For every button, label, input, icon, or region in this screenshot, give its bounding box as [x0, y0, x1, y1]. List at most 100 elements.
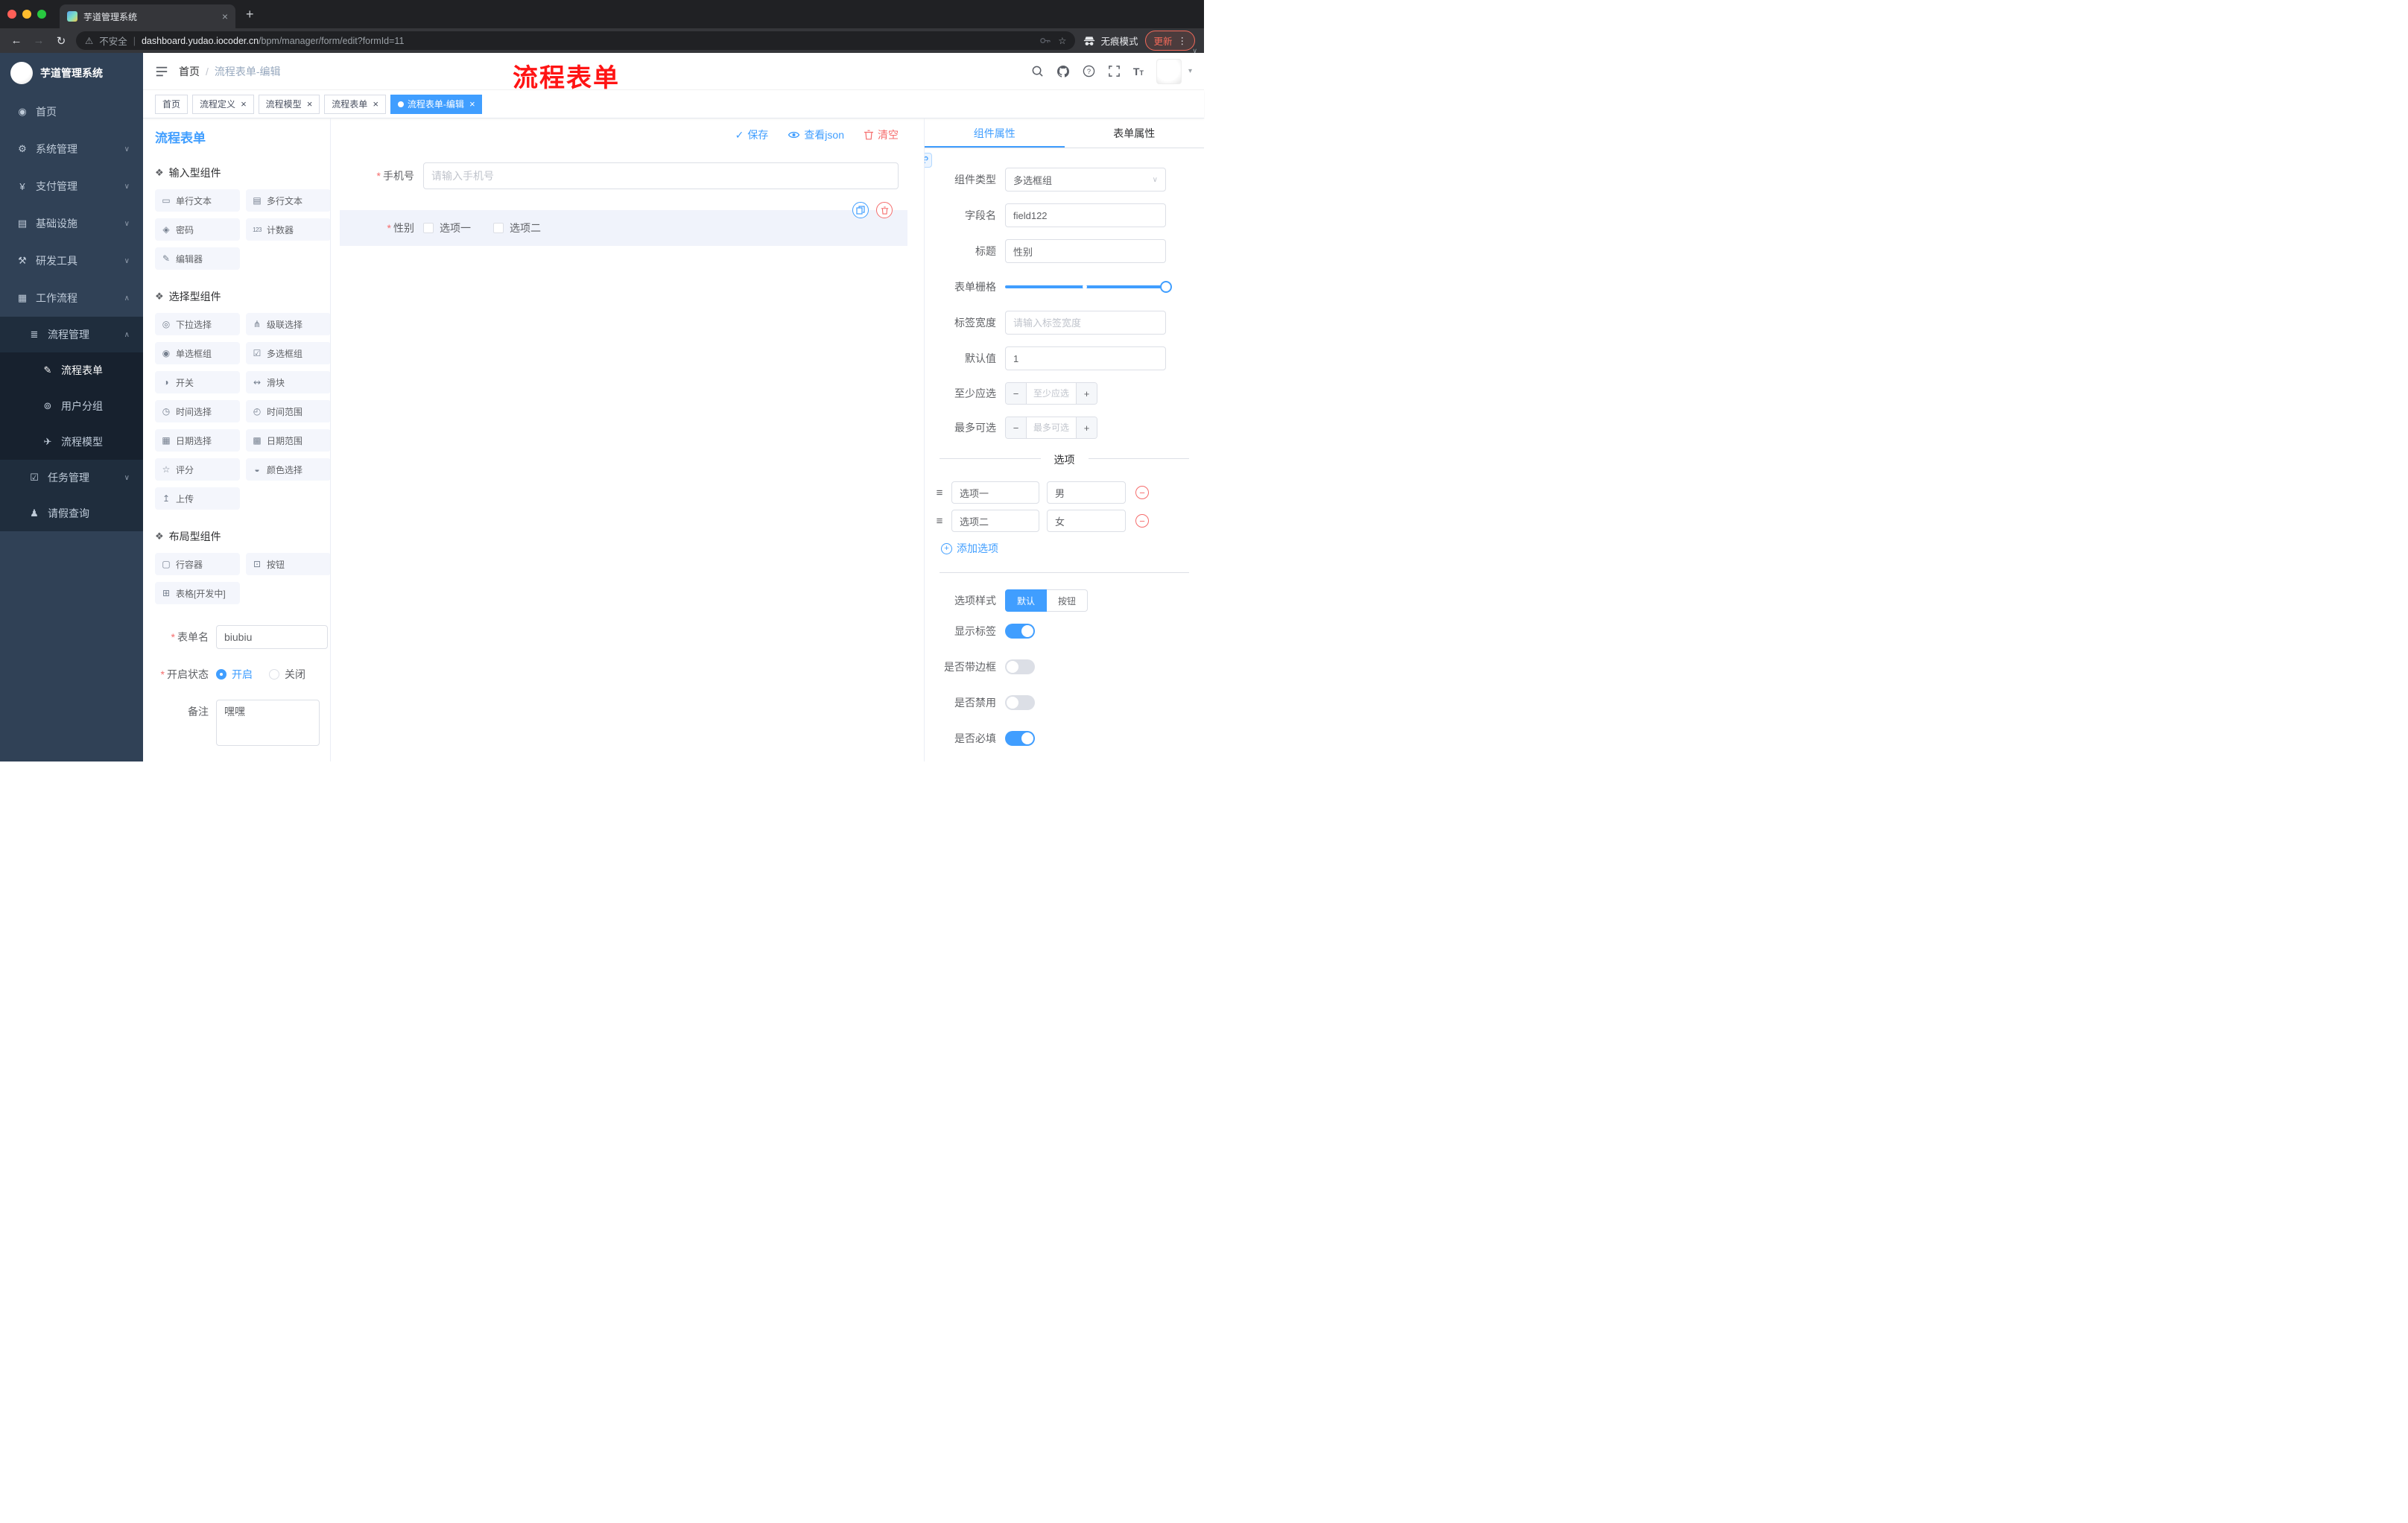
address-bar[interactable]: ⚠ 不安全 | dashboard.yudao.iocoder.cn/bpm/m…: [76, 31, 1076, 50]
toggle-disabled[interactable]: [1005, 695, 1035, 710]
component-switch[interactable]: ◑ 开关: [155, 371, 240, 393]
maximize-window-button[interactable]: [37, 10, 46, 19]
sidebar-item-task-mgmt[interactable]: ☑ 任务管理 ∨: [0, 460, 143, 495]
sidebar-item-devtools[interactable]: ⚒ 研发工具 ∨: [0, 242, 143, 279]
tag-process-model[interactable]: 流程模型 ×: [258, 94, 320, 114]
component-checkbox-group[interactable]: ☑ 多选框组: [246, 342, 330, 364]
field-name-input[interactable]: [1005, 203, 1166, 227]
component-slider[interactable]: ↭ 滑块: [246, 371, 330, 393]
delete-component-button[interactable]: [876, 202, 893, 218]
copy-component-button[interactable]: [852, 202, 869, 218]
option-name-input[interactable]: [951, 510, 1039, 532]
component-cascader[interactable]: ⋔ 级联选择: [246, 313, 330, 335]
component-button[interactable]: ⊡ 按钮: [246, 553, 330, 575]
component-editor[interactable]: ✎ 编辑器: [155, 247, 240, 270]
add-option-button[interactable]: + 添加选项: [941, 541, 1204, 556]
option-value-input[interactable]: [1047, 510, 1126, 532]
component-table[interactable]: ⊞ 表格[开发中]: [155, 582, 240, 604]
clear-button[interactable]: 清空: [864, 127, 899, 142]
gender-option-2[interactable]: 选项二: [493, 221, 541, 235]
help-icon[interactable]: ?: [1083, 65, 1095, 77]
tag-home[interactable]: 首页: [155, 94, 188, 114]
decrease-button[interactable]: −: [1006, 383, 1027, 404]
sidebar-item-home[interactable]: ◉ 首页: [0, 93, 143, 130]
component-time-picker[interactable]: ◷ 时间选择: [155, 400, 240, 422]
phone-input[interactable]: [423, 162, 899, 189]
form-canvas[interactable]: 手机号 性别 选项一 选项二: [340, 151, 907, 762]
label-width-input[interactable]: [1005, 311, 1166, 335]
toggle-required[interactable]: [1005, 731, 1035, 746]
browser-tab[interactable]: 芋道管理系统 ×: [60, 4, 235, 28]
component-radio-group[interactable]: ◉ 单选框组: [155, 342, 240, 364]
option-value-input[interactable]: [1047, 481, 1126, 504]
sidebar-logo[interactable]: 芋道管理系统: [0, 53, 143, 93]
form-remark-textarea[interactable]: 嘿嘿: [216, 700, 320, 746]
close-icon[interactable]: ×: [241, 99, 247, 109]
component-color-picker[interactable]: ◒ 颜色选择: [246, 458, 330, 481]
github-icon[interactable]: [1056, 65, 1070, 78]
form-name-input[interactable]: [216, 625, 328, 649]
sidebar-item-process-mgmt[interactable]: ≣ 流程管理 ∧: [0, 317, 143, 352]
browser-update-button[interactable]: 更新 ⋮: [1145, 31, 1195, 51]
form-field-gender-selected[interactable]: 性别 选项一 选项二: [340, 202, 907, 246]
sidebar-item-user-group[interactable]: ⊚ 用户分组: [0, 388, 143, 424]
close-icon[interactable]: ×: [307, 99, 313, 109]
component-multi-line-text[interactable]: ▤ 多行文本: [246, 189, 330, 212]
browser-menu-icon[interactable]: ⋮: [1178, 35, 1188, 46]
forward-button[interactable]: →: [31, 34, 46, 47]
toggle-show-label[interactable]: [1005, 624, 1035, 639]
component-rate[interactable]: ☆ 评分: [155, 458, 240, 481]
tab-component-props[interactable]: 组件属性: [925, 118, 1065, 148]
component-row-container[interactable]: ▢ 行容器: [155, 553, 240, 575]
increase-button[interactable]: +: [1076, 383, 1097, 404]
tag-process-form[interactable]: 流程表单 ×: [324, 94, 386, 114]
password-key-icon[interactable]: [1039, 35, 1051, 46]
fullscreen-icon[interactable]: [1108, 65, 1121, 77]
sidebar-item-infrastructure[interactable]: ▤ 基础设施 ∨: [0, 205, 143, 242]
option-name-input[interactable]: [951, 481, 1039, 504]
back-button[interactable]: ←: [9, 34, 24, 47]
default-value-input[interactable]: [1005, 346, 1166, 370]
bookmark-star-icon[interactable]: ☆: [1058, 35, 1066, 46]
option-style-button[interactable]: 按钮: [1047, 589, 1089, 612]
breadcrumb-home[interactable]: 首页: [179, 64, 200, 79]
close-window-button[interactable]: [7, 10, 16, 19]
sidebar-item-workflow[interactable]: ▦ 工作流程 ∧: [0, 279, 143, 317]
tag-process-definition[interactable]: 流程定义 ×: [192, 94, 254, 114]
toggle-with-border[interactable]: [1005, 659, 1035, 674]
new-tab-button[interactable]: +: [246, 7, 254, 22]
sidebar-item-system[interactable]: ⚙ 系统管理 ∨: [0, 130, 143, 168]
component-time-range[interactable]: ◴ 时间范围: [246, 400, 330, 422]
sidebar-item-leave-query[interactable]: ♟ 请假查询: [0, 495, 143, 531]
status-radio-off[interactable]: 关闭: [269, 667, 305, 682]
slider-handle[interactable]: [1160, 281, 1172, 293]
option-style-default[interactable]: 默认: [1005, 589, 1048, 612]
min-select-input[interactable]: [1027, 383, 1076, 404]
component-date-range[interactable]: ▩ 日期范围: [246, 429, 330, 452]
close-icon[interactable]: ×: [373, 99, 378, 109]
form-grid-slider[interactable]: [1005, 281, 1172, 293]
form-field-phone[interactable]: 手机号: [340, 162, 907, 189]
component-counter[interactable]: 123 计数器: [246, 218, 330, 241]
sidebar-item-process-model[interactable]: ✈ 流程模型: [0, 424, 143, 460]
component-dropdown[interactable]: ◎ 下拉选择: [155, 313, 240, 335]
security-label[interactable]: 不安全: [99, 34, 127, 48]
component-type-select[interactable]: 多选框组 ∨: [1005, 168, 1166, 191]
tag-process-form-edit[interactable]: 流程表单-编辑 ×: [390, 94, 483, 114]
status-radio-on[interactable]: 开启: [216, 667, 253, 682]
close-icon[interactable]: ×: [469, 99, 475, 109]
remove-option-button[interactable]: −: [1135, 486, 1149, 499]
search-icon[interactable]: [1031, 65, 1044, 77]
tab-close-icon[interactable]: ×: [222, 11, 228, 22]
title-input[interactable]: [1005, 239, 1166, 263]
component-password[interactable]: ◈ 密码: [155, 218, 240, 241]
increase-button[interactable]: +: [1076, 417, 1097, 438]
view-json-button[interactable]: 查看json: [788, 127, 844, 142]
decrease-button[interactable]: −: [1006, 417, 1027, 438]
drag-handle-icon[interactable]: ≡: [934, 487, 945, 499]
tab-form-props[interactable]: 表单属性: [1065, 118, 1205, 148]
avatar-caret-icon[interactable]: ▾: [1188, 67, 1192, 75]
reload-button[interactable]: ↻: [54, 34, 69, 48]
sidebar-item-payment[interactable]: ¥ 支付管理 ∨: [0, 168, 143, 205]
component-date-picker[interactable]: ▦ 日期选择: [155, 429, 240, 452]
